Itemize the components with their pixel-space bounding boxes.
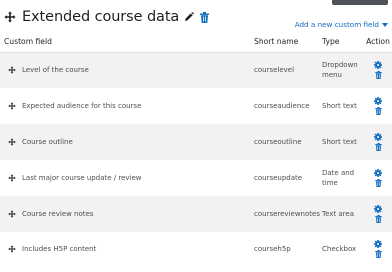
table-row: Level of the course courselevel Dropdown m… [0,52,392,88]
section-header: Extended course data [4,7,210,27]
short-name-cell: courseh5p [254,244,291,253]
short-name-cell: courseaudience [254,102,310,110]
gear-icon[interactable] [374,239,382,248]
move-arrows-icon[interactable] [8,102,16,110]
type-cell: Short text [322,102,357,110]
caret-down-icon [382,22,388,27]
trash-icon[interactable] [374,143,382,151]
type-cell: Short text [318,124,364,160]
action-cell [364,124,392,160]
short-name-cell: courselevel [250,52,318,88]
custom-field-name: Includes H5P content [22,244,97,253]
column-header-short-name: Short name [250,32,318,53]
trash-icon[interactable] [374,179,382,187]
move-arrows-icon[interactable] [8,210,16,218]
trash-icon[interactable] [200,11,210,23]
action-cell [364,52,392,88]
custom-field-name: Last major course update / review [22,174,142,182]
column-header-action: Action [364,32,392,53]
type-cell: Dropdown menu [318,52,364,88]
table-row: Last major course update / review courseu… [0,160,392,196]
action-cell [364,196,392,232]
short-name-cell: coursereviewnotes [250,196,320,232]
custom-field-cell: Includes H5P content [0,232,250,265]
table-row: Course outline courseoutline Short text [0,124,392,160]
type-cell: Checkbox [322,244,357,253]
custom-field-cell: Expected audience for this course [0,88,250,124]
custom-field-name: Course review notes [22,210,94,218]
custom-field-cell: Level of the course [0,52,250,88]
column-header-custom-field: Custom field [0,32,250,53]
trash-icon[interactable] [374,71,382,80]
custom-field-name: Expected audience for this course [22,102,142,110]
trash-icon[interactable] [374,249,382,258]
column-header-type: Type [318,32,364,53]
gear-icon[interactable] [374,133,382,141]
move-arrows-icon[interactable] [8,138,16,146]
action-cell [364,88,392,124]
move-arrows-icon[interactable] [8,66,16,74]
custom-field-cell: Course outline [0,124,250,160]
pencil-icon[interactable] [184,12,195,22]
short-name-cell: courseupdate [254,174,303,182]
table-row: Includes H5P content courseh5p Checkbox [0,232,392,265]
page-title: Extended course data [22,9,180,25]
top-button-edge[interactable] [332,0,388,5]
gear-icon[interactable] [374,97,382,105]
action-cell [364,232,392,265]
custom-fields-table: Custom field Short name Type Action Leve… [0,32,392,265]
action-cell [364,160,392,196]
type-cell: Text area [318,196,364,232]
table-header-row: Custom field Short name Type Action [0,32,392,53]
gear-icon[interactable] [374,61,382,70]
custom-field-cell: Last major course update / review [0,160,250,196]
move-arrows-icon[interactable] [4,11,16,23]
short-name-cell: courseoutline [250,124,318,160]
table-row: Expected audience for this course coursea… [0,88,392,124]
table-row: Course review notes coursereviewnotes Text… [0,196,392,232]
gear-icon[interactable] [374,169,382,177]
move-arrows-icon[interactable] [8,174,16,182]
trash-icon[interactable] [374,215,382,223]
gear-icon[interactable] [374,205,382,213]
custom-field-cell: Course review notes [0,196,250,232]
custom-field-name: Course outline [22,138,73,146]
add-custom-field-dropdown[interactable]: Add a new custom field [295,20,388,29]
custom-field-name: Level of the course [22,66,89,75]
move-arrows-icon[interactable] [8,244,16,253]
type-cell: Date and time [322,169,355,187]
trash-icon[interactable] [374,107,382,115]
add-custom-field-label: Add a new custom field [294,20,379,29]
